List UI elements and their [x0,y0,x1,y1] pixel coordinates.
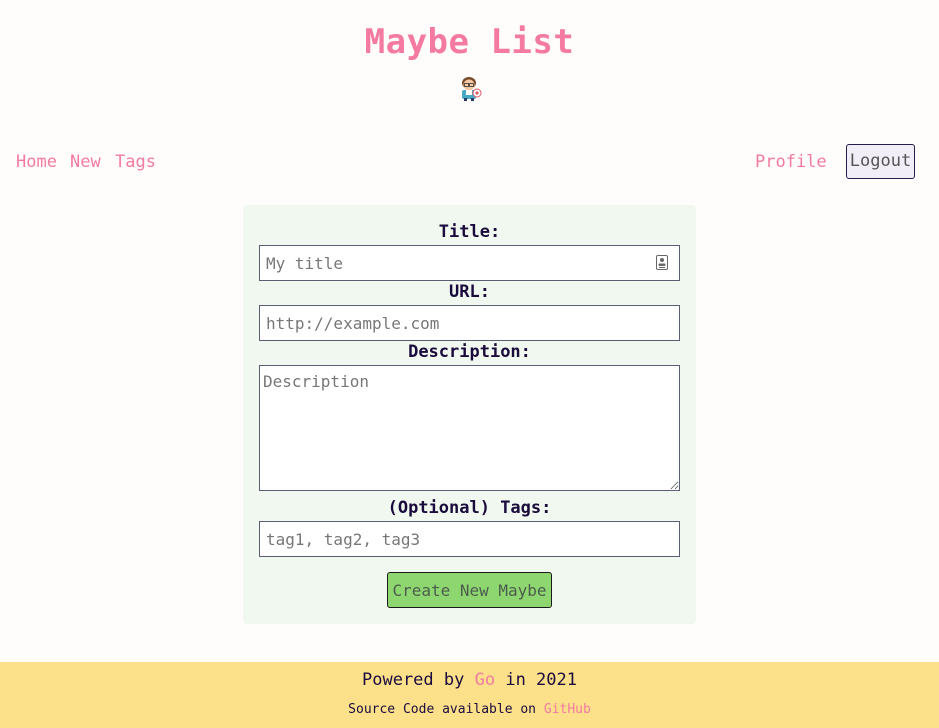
logout-button[interactable]: Logout [846,144,915,179]
title-input[interactable] [259,245,680,281]
nav-link-profile[interactable]: Profile [755,152,827,172]
contact-card-icon [656,255,668,270]
title-label: Title: [438,222,501,242]
tags-input[interactable] [259,521,680,557]
source-code-prefix: Source Code available on [348,702,537,717]
powered-by-prefix: Powered by [362,670,465,690]
nav-link-home[interactable]: Home [16,152,57,172]
nav-link-new[interactable]: New [70,152,101,172]
create-new-maybe-button[interactable]: Create New Maybe [387,572,552,608]
powered-by-line: Powered by Go in 2021 [0,670,939,690]
gopher-mascot-icon [462,77,482,101]
top-navigation: Home New Tags Profile Logout [0,144,939,180]
nav-link-tags[interactable]: Tags [115,152,156,172]
tags-label: (Optional) Tags: [387,498,552,518]
go-link[interactable]: Go [475,670,495,690]
source-code-line: Source Code available on GitHub [0,702,939,717]
description-textarea[interactable] [259,365,680,491]
new-maybe-form: Title: URL: Description: (Optional) Tags… [243,205,696,624]
url-label: URL: [449,282,490,302]
url-input[interactable] [259,305,680,341]
github-link[interactable]: GitHub [544,702,591,717]
powered-by-suffix: in 2021 [505,670,577,690]
site-title: Maybe List [364,22,575,62]
description-label: Description: [408,342,531,362]
page-footer: Powered by Go in 2021 Source Code availa… [0,662,939,728]
